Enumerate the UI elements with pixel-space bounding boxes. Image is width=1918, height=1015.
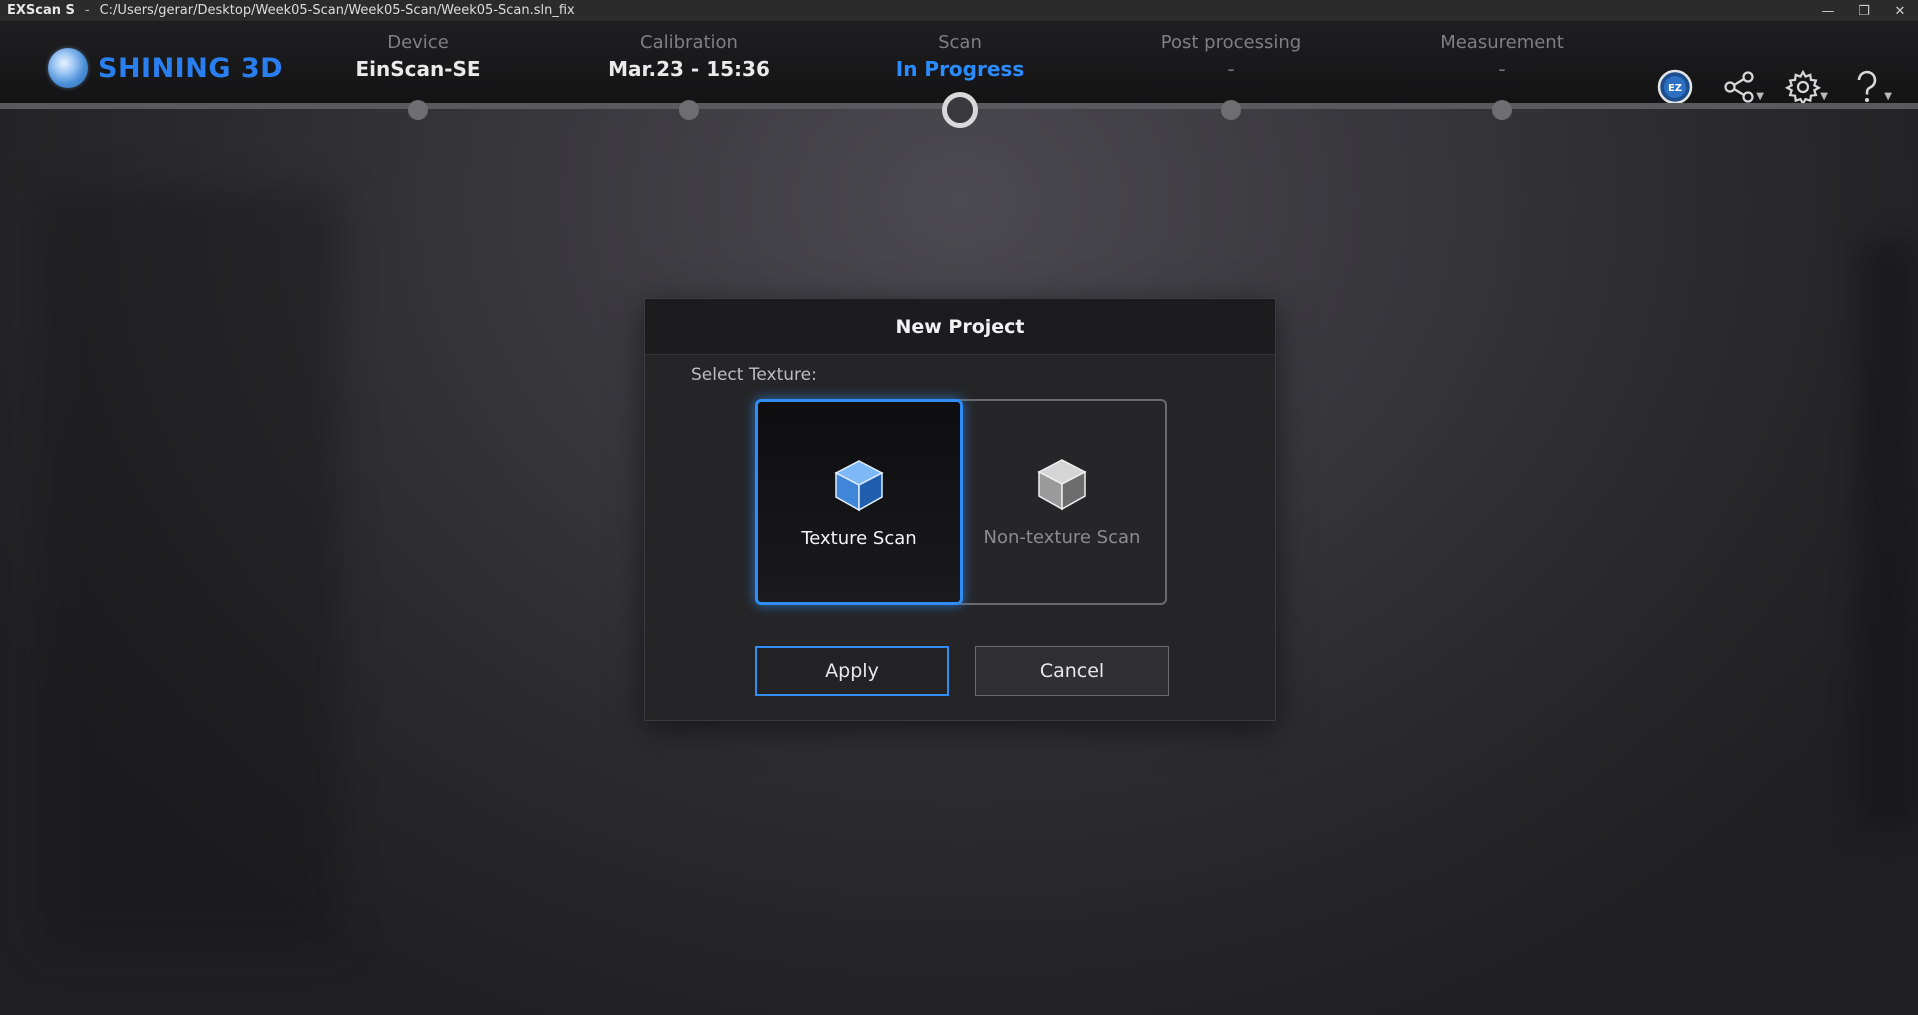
header-tools: EZ ▼ ▼ ▼ bbox=[1654, 66, 1892, 108]
step-value: In Progress bbox=[895, 57, 1025, 81]
step-value: - bbox=[1227, 57, 1235, 81]
step-value: - bbox=[1498, 57, 1506, 81]
cube-blue-icon bbox=[834, 460, 884, 512]
select-texture-label: Select Texture: bbox=[691, 365, 817, 385]
app-name: EXScan S bbox=[7, 3, 75, 18]
step-measurement[interactable]: Measurement - bbox=[1382, 32, 1622, 81]
help-button[interactable]: ▼ bbox=[1846, 66, 1892, 108]
cube-gray-icon bbox=[1037, 459, 1087, 511]
ez-model-icon: EZ bbox=[1657, 69, 1693, 105]
step-calibration[interactable]: Calibration Mar.23 - 15:36 bbox=[569, 32, 809, 81]
step-post-processing[interactable]: Post processing - bbox=[1111, 32, 1351, 81]
chevron-down-icon: ▼ bbox=[1756, 91, 1764, 102]
step-dot-measurement bbox=[1492, 100, 1512, 120]
title-separator: - bbox=[84, 3, 90, 18]
new-project-dialog: New Project Select Texture: Texture Scan… bbox=[644, 298, 1276, 721]
option-label: Texture Scan bbox=[801, 528, 917, 549]
share-icon bbox=[1724, 71, 1754, 103]
step-device[interactable]: Device EinScan-SE bbox=[298, 32, 538, 81]
minimize-button[interactable]: — bbox=[1810, 0, 1846, 22]
step-label: Scan bbox=[938, 32, 982, 53]
step-dot-calibration bbox=[679, 100, 699, 120]
ez-badge-text: EZ bbox=[1668, 83, 1682, 94]
restore-button[interactable]: ❐ bbox=[1846, 0, 1882, 22]
step-dot-device bbox=[408, 100, 428, 120]
apply-button[interactable]: Apply bbox=[755, 646, 949, 696]
option-label: Non-texture Scan bbox=[983, 527, 1141, 548]
chevron-down-icon: ▼ bbox=[1884, 91, 1892, 102]
settings-button[interactable]: ▼ bbox=[1782, 66, 1828, 108]
window-controls: — ❐ ✕ bbox=[1810, 0, 1918, 22]
right-panel-shadow bbox=[1858, 240, 1918, 830]
step-dot-scan-current bbox=[942, 92, 978, 128]
step-label: Calibration bbox=[640, 32, 738, 53]
step-value: Mar.23 - 15:36 bbox=[608, 57, 770, 81]
window-titlebar: EXScan S - C:/Users/gerar/Desktop/Week05… bbox=[0, 0, 1918, 22]
texture-options: Texture Scan Non-texture Scan bbox=[755, 399, 1171, 605]
step-label: Post processing bbox=[1160, 32, 1302, 53]
help-icon bbox=[1857, 70, 1877, 102]
step-scan[interactable]: Scan In Progress bbox=[840, 32, 1080, 81]
settings-icon bbox=[1785, 69, 1821, 105]
left-panel-shadow bbox=[40, 190, 340, 950]
close-button[interactable]: ✕ bbox=[1882, 0, 1918, 22]
ez-model-button[interactable]: EZ bbox=[1654, 66, 1696, 108]
step-dot-post-processing bbox=[1221, 100, 1241, 120]
step-value: EinScan-SE bbox=[355, 57, 481, 81]
file-path: C:/Users/gerar/Desktop/Week05-Scan/Week0… bbox=[99, 3, 575, 18]
dialog-title: New Project bbox=[645, 299, 1275, 355]
cancel-button[interactable]: Cancel bbox=[975, 646, 1169, 696]
share-button[interactable]: ▼ bbox=[1718, 66, 1764, 108]
step-label: Measurement bbox=[1440, 32, 1564, 53]
chevron-down-icon: ▼ bbox=[1820, 91, 1828, 102]
texture-scan-option[interactable]: Texture Scan bbox=[755, 399, 963, 605]
non-texture-scan-option[interactable]: Non-texture Scan bbox=[959, 399, 1167, 605]
step-label: Device bbox=[387, 32, 449, 53]
